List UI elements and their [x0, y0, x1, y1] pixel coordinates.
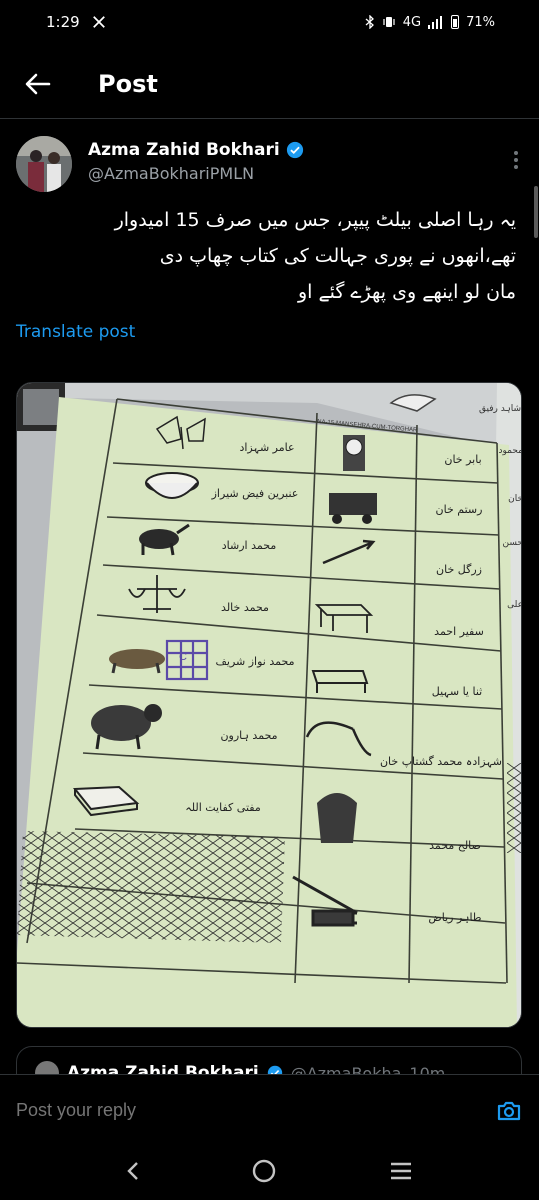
side-label: شاہد رفیق	[479, 404, 521, 414]
post-image[interactable]: NA-15-MANSEHRA-CUM-TORGHAR C عامر شہزاد …	[16, 382, 522, 1028]
x-logo-icon	[92, 16, 105, 28]
ballot-left-name: محمد ہارون	[220, 729, 277, 742]
ballot-right-name: ثنا یا سہیل	[432, 685, 482, 698]
system-home-button[interactable]	[251, 1158, 277, 1188]
avatar[interactable]	[16, 136, 72, 192]
more-vertical-icon	[514, 151, 518, 169]
post-text-line: تھے،انھوں نے پوری جہالت کی کتاب چھاپ دی	[159, 245, 516, 267]
translate-post-link[interactable]: Translate post	[16, 322, 135, 342]
reply-bar	[0, 1074, 539, 1146]
author-name-line: Azma Zahid Bokhari	[88, 140, 304, 160]
post-text-line: یہ رہا اصلی بیلٹ پیپر، جس میں صرف 15 امی…	[114, 209, 516, 231]
system-navigation	[0, 1146, 539, 1200]
battery-icon	[451, 15, 460, 29]
ballot-right-name: سفیر احمد	[434, 625, 484, 638]
avatar-image	[16, 136, 72, 192]
camera-button[interactable]	[495, 1097, 523, 1125]
status-bar: 1:29 4G 71%	[0, 0, 539, 44]
ballot-right-name: رستم خان	[436, 503, 483, 516]
author-handle[interactable]: @AzmaBokhariPMLN	[88, 164, 304, 183]
turban-icon	[317, 793, 357, 843]
post-text: یہ رہا اصلی بیلٹ پیپر، جس میں صرف 15 امی…	[16, 202, 516, 310]
arrow-left-icon	[25, 73, 51, 95]
ballot-left-name: محمد نواز شریف	[216, 655, 295, 668]
system-recents-button[interactable]	[389, 1161, 413, 1185]
ballot-right-name: طاہر ریاض	[428, 911, 481, 924]
ballot-left-name: محمد خالد	[221, 601, 269, 614]
status-left: 1:29	[46, 13, 106, 31]
ballot-right-name: بابر خان	[444, 453, 481, 466]
signal-icon	[428, 15, 443, 29]
header-divider	[0, 118, 539, 119]
battery-level: 71%	[466, 14, 495, 30]
menu-lines-icon	[391, 1162, 412, 1180]
side-label: خان	[508, 494, 522, 504]
ballot-right-name: زرگل خان	[436, 563, 482, 576]
ballot-right-name: صالح محمد	[429, 839, 481, 852]
chevron-left-icon	[127, 1162, 138, 1180]
post-text-line: مان لو اینھے وی پھڑے گئے او	[297, 281, 516, 303]
bluetooth-icon	[365, 15, 374, 29]
author-name[interactable]: Azma Zahid Bokhari	[88, 140, 280, 160]
system-back-button[interactable]	[126, 1160, 140, 1186]
more-options-button[interactable]	[506, 136, 526, 196]
camera-icon	[497, 1101, 521, 1120]
verified-badge-icon	[286, 141, 303, 159]
clock-icon	[343, 435, 365, 471]
page-title: Post	[98, 70, 158, 98]
side-label: علی	[507, 600, 522, 610]
author-meta: Azma Zahid Bokhari @AzmaBokhariPMLN	[88, 136, 304, 196]
network-label: 4G	[402, 14, 422, 30]
top-nav: Post	[0, 52, 539, 116]
side-label: حسن	[503, 538, 522, 548]
side-label: محمود	[499, 446, 523, 456]
ballot-left-name: مفتی کفایت اللہ	[185, 801, 261, 814]
post-author: Azma Zahid Bokhari @AzmaBokhariPMLN	[16, 136, 526, 196]
ballot-left-name: عامر شہزاد	[239, 441, 294, 454]
vibrate-icon	[383, 17, 395, 27]
stamp-letter: C	[179, 651, 187, 663]
ballot-right-name: شہزادہ محمد گشتاپ خان	[380, 755, 502, 768]
ballot-paper-image: NA-15-MANSEHRA-CUM-TORGHAR C عامر شہزاد …	[17, 383, 523, 1027]
status-time: 1:29	[46, 13, 80, 31]
ballot-left-name: محمد ارشاد	[222, 539, 277, 552]
scrollbar-thumb[interactable]	[534, 186, 538, 238]
reply-input[interactable]	[16, 1100, 495, 1121]
status-right: 4G 71%	[365, 15, 495, 30]
ballot-left-name: عنبرین فیض شیراز	[211, 487, 299, 500]
home-circle-icon	[253, 1159, 276, 1183]
back-button[interactable]	[10, 56, 66, 112]
